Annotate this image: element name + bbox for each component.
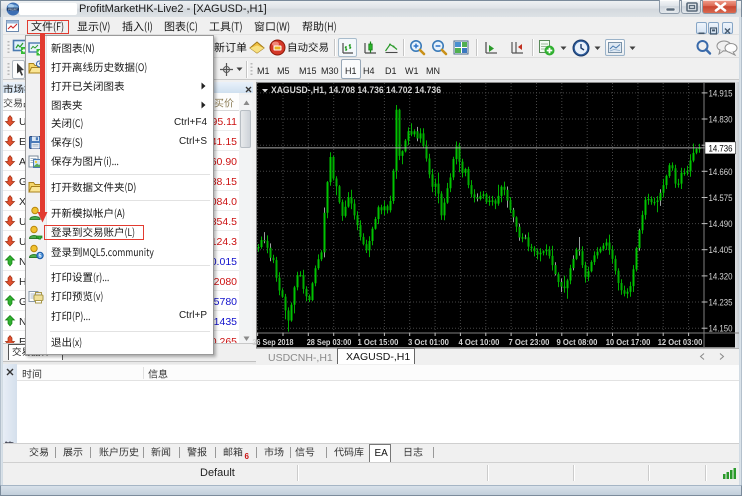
svg-text:14.405: 14.405 xyxy=(709,245,733,256)
svg-text:14.150: 14.150 xyxy=(709,324,733,335)
svg-text:10 Oct 17:00: 10 Oct 17:00 xyxy=(606,337,651,347)
svg-text:14.320: 14.320 xyxy=(709,271,733,282)
svg-text:14.736: 14.736 xyxy=(709,144,733,155)
svg-text:14.235: 14.235 xyxy=(709,298,733,309)
svg-text:26 Sep 2018: 26 Sep 2018 xyxy=(253,337,294,347)
svg-text:14.660: 14.660 xyxy=(709,167,733,178)
svg-text:3 Oct 01:00: 3 Oct 01:00 xyxy=(408,337,449,347)
svg-text:14.575: 14.575 xyxy=(709,193,733,204)
svg-text:12 Oct 03:00: 12 Oct 03:00 xyxy=(658,337,703,347)
svg-text:14.830: 14.830 xyxy=(709,115,733,126)
svg-text:PROFIT: PROFIT xyxy=(8,7,18,11)
svg-text:28 Sep 03:00: 28 Sep 03:00 xyxy=(307,337,352,347)
svg-text:XAGUSD-,H1, 14.708 14.736 14.7: XAGUSD-,H1, 14.708 14.736 14.702 14.736 xyxy=(271,85,441,95)
svg-text:4 Oct 10:00: 4 Oct 10:00 xyxy=(459,337,500,347)
svg-text:1 Oct 15:00: 1 Oct 15:00 xyxy=(358,337,399,347)
svg-text:7 Oct 23:00: 7 Oct 23:00 xyxy=(509,337,550,347)
svg-text:5: 5 xyxy=(38,254,41,260)
svg-text:14.490: 14.490 xyxy=(709,219,733,230)
svg-text:14.915: 14.915 xyxy=(709,88,733,99)
svg-text:9 Oct 08:00: 9 Oct 08:00 xyxy=(557,337,598,347)
